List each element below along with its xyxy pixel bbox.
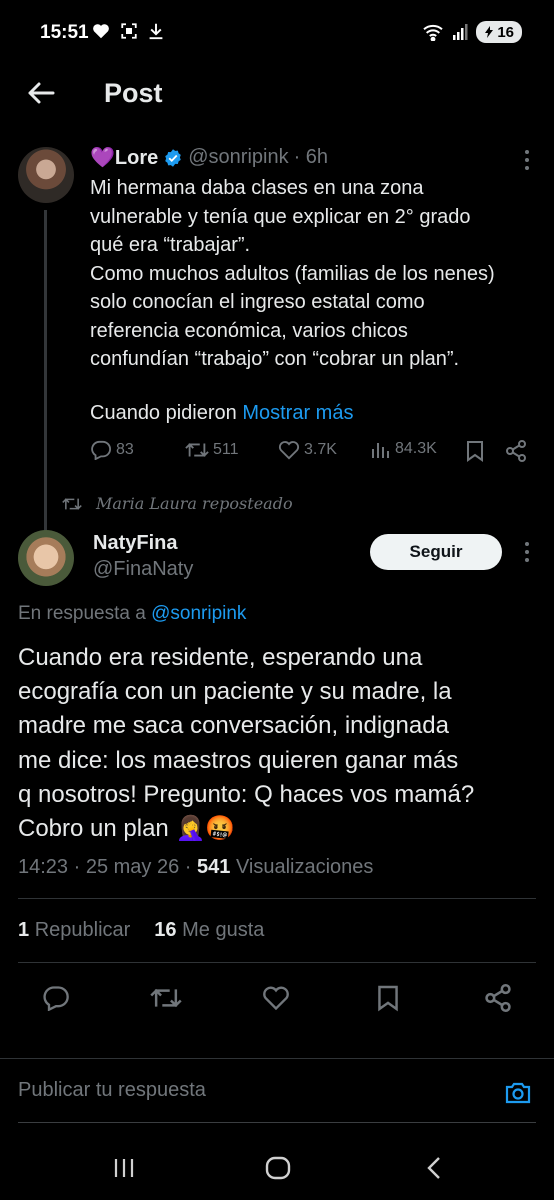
top-bar: Post	[0, 62, 554, 126]
reply-button[interactable]: 83	[90, 440, 134, 460]
post-timestamp: 14:23 · 25 may 26 ·	[18, 856, 192, 878]
camera-button[interactable]	[504, 1081, 534, 1107]
system-nav-bar	[0, 1135, 554, 1200]
bookmark-icon	[467, 441, 483, 462]
views-button[interactable]: 84.3K	[371, 440, 437, 458]
divider	[18, 898, 536, 899]
post-stats: 1 Republicar 16 Me gusta	[18, 919, 264, 942]
share-icon	[485, 984, 511, 1012]
avatar[interactable]	[18, 147, 74, 203]
views-chart-icon	[372, 443, 389, 458]
reply-context: En respuesta a @sonripink	[18, 603, 247, 624]
heart-icon	[93, 24, 109, 39]
more-options-button[interactable]	[524, 150, 530, 170]
page-title: Post	[104, 78, 163, 108]
post-time: · 6h	[293, 146, 329, 168]
download-icon	[149, 23, 163, 40]
status-time: 15:51	[40, 22, 89, 43]
battery-icon: 16	[476, 21, 522, 43]
show-more-link[interactable]: Mostrar más	[242, 402, 353, 424]
recent-apps-icon	[114, 1159, 134, 1177]
screenshot-icon	[121, 23, 137, 39]
chevron-left-icon	[427, 1157, 440, 1179]
follow-button[interactable]: Seguir	[370, 534, 502, 570]
post-metadata: 14:23 · 25 may 26 · 541 Visualizaciones	[18, 856, 374, 878]
battery-level: 16	[497, 23, 514, 41]
repost-button[interactable]	[150, 982, 182, 1014]
reply-input[interactable]: Publicar tu respuesta	[18, 1073, 478, 1107]
status-bar: 15:51 16	[0, 0, 554, 62]
heart-outline-icon	[263, 986, 289, 1011]
reply-composer: Publicar tu respuesta	[0, 1058, 554, 1122]
repost-icon	[185, 443, 209, 457]
views-count: 541	[197, 856, 231, 878]
author-name[interactable]: 💜Lore	[90, 145, 158, 170]
repost-indicator: Maria Laura reposteado	[62, 494, 293, 513]
back-button[interactable]	[22, 74, 60, 112]
divider	[18, 1122, 536, 1123]
post-text-truncated: Cuando pidieron	[90, 402, 237, 424]
repost-icon	[150, 988, 182, 1008]
reply-icon	[91, 440, 111, 460]
repost-button[interactable]: 511	[185, 440, 239, 460]
share-button[interactable]	[482, 982, 514, 1014]
share-button[interactable]	[505, 440, 527, 462]
reply-icon	[43, 986, 69, 1011]
bookmark-button[interactable]	[466, 440, 484, 462]
heart-outline-icon	[278, 441, 300, 460]
divider	[18, 962, 536, 963]
like-button[interactable]	[260, 982, 292, 1014]
bookmark-button[interactable]	[372, 982, 404, 1014]
reply-to-handle-link[interactable]: @sonripink	[151, 603, 246, 624]
author-name[interactable]: NatyFina	[93, 532, 177, 555]
like-button[interactable]: 3.7K	[278, 440, 337, 460]
home-icon	[265, 1156, 291, 1180]
recent-apps-button[interactable]	[104, 1153, 144, 1183]
post-text: Cuando era residente, esperando una ecog…	[18, 644, 475, 843]
reply-button[interactable]	[40, 982, 72, 1014]
post-text: Mi hermana daba clases en una zona vulne…	[90, 177, 495, 370]
reposts-stat[interactable]: 1 Republicar	[18, 919, 130, 942]
repost-icon	[62, 497, 82, 510]
wifi-icon	[423, 24, 443, 41]
bookmark-icon	[378, 985, 398, 1012]
home-button[interactable]	[258, 1153, 298, 1183]
likes-stat[interactable]: 16 Me gusta	[154, 919, 264, 942]
verified-badge-icon	[165, 148, 181, 167]
author-handle[interactable]: @sonripink	[188, 146, 288, 169]
arrow-left-icon	[28, 82, 55, 104]
camera-icon	[505, 1082, 531, 1104]
author-handle[interactable]: @FinaNaty	[93, 558, 193, 581]
avatar[interactable]	[18, 530, 74, 586]
post-actions: 83 511 3.7K 84.3K	[90, 440, 534, 470]
repost-note: Maria Laura reposteado	[96, 494, 293, 513]
more-options-button[interactable]	[524, 542, 530, 562]
thread-line	[44, 210, 47, 548]
system-back-button[interactable]	[414, 1153, 454, 1183]
signal-icon	[453, 24, 468, 40]
post-actions	[0, 982, 554, 1014]
share-icon	[506, 440, 526, 462]
